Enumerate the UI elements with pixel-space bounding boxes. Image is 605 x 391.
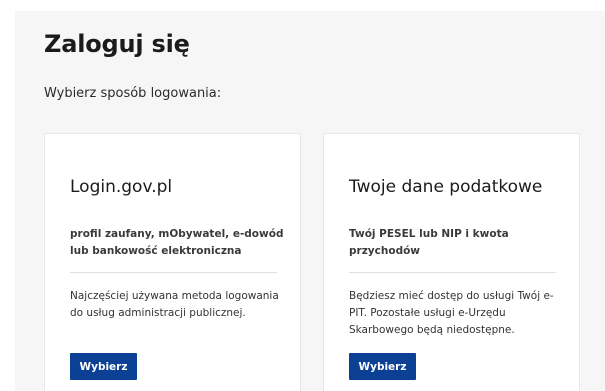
card-description: Twój PESEL lub NIP i kwota przychodów <box>349 228 509 257</box>
select-login-gov-button[interactable]: Wybierz <box>70 353 137 380</box>
card-title: Login.gov.pl <box>70 177 173 197</box>
card-title: Twoje dane podatkowe <box>349 177 543 197</box>
card-divider <box>349 272 556 273</box>
card-info: Będziesz mieć dostęp do usługi Twój e-PI… <box>349 290 554 336</box>
login-gov-card: Login.gov.pl profil zaufany, mObywatel, … <box>44 133 301 391</box>
page-title: Zaloguj się <box>44 30 190 58</box>
card-divider <box>70 272 277 273</box>
select-tax-data-button[interactable]: Wybierz <box>349 353 416 380</box>
card-info: Najczęściej używana metoda logowania do … <box>70 290 279 319</box>
page-subtitle: Wybierz sposób logowania: <box>44 86 222 101</box>
tax-data-card: Twoje dane podatkowe Twój PESEL lub NIP … <box>323 133 580 391</box>
card-description: profil zaufany, mObywatel, e-dowód lub b… <box>70 228 284 257</box>
